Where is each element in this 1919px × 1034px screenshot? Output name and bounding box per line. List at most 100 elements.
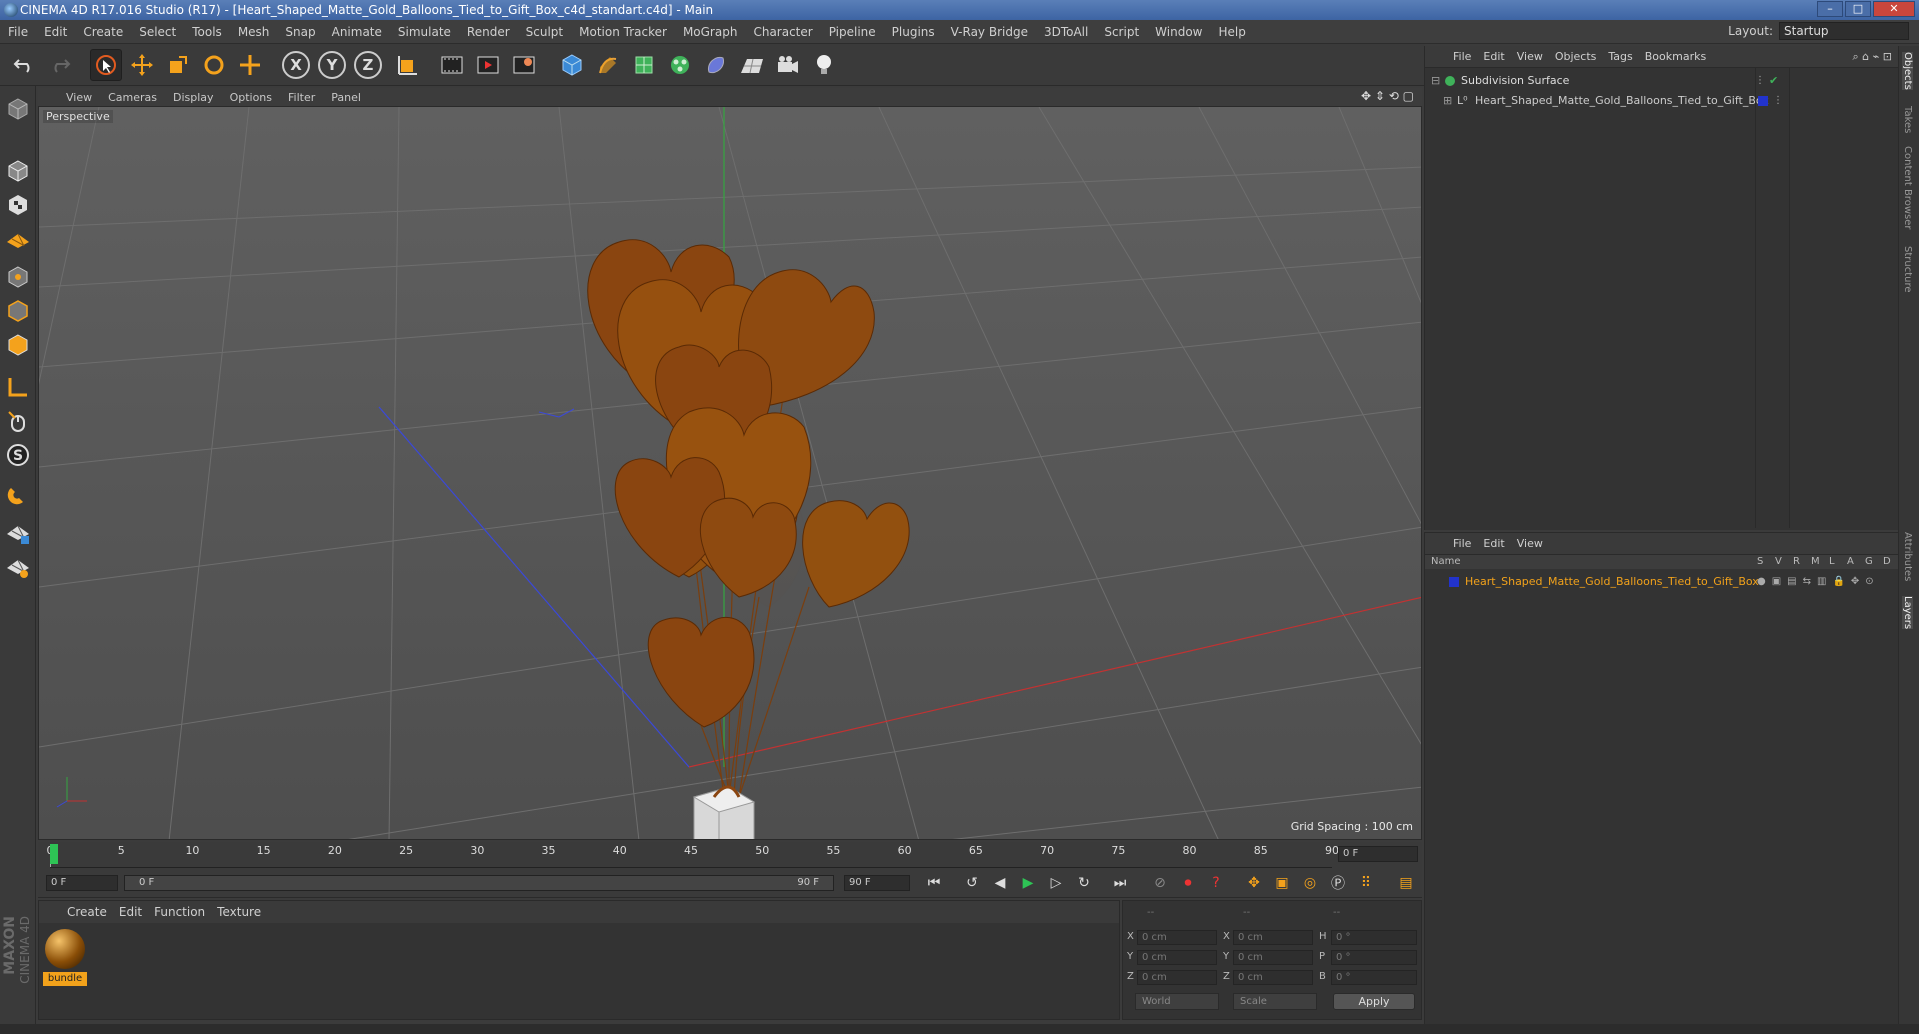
timeline-ruler[interactable]: 0 5 10 15 20 25 30 35 40 45 50 55 60 65 … bbox=[38, 842, 1422, 868]
layers-menu-file[interactable]: File bbox=[1449, 537, 1479, 550]
tab-attributes[interactable]: Attributes bbox=[1902, 532, 1913, 581]
objects-menu-tags[interactable]: Tags bbox=[1604, 50, 1640, 63]
render-settings-icon[interactable] bbox=[508, 49, 540, 81]
material-preview-sphere[interactable] bbox=[45, 929, 85, 969]
tab-takes[interactable]: Takes bbox=[1902, 106, 1913, 133]
layer-toggle-icons[interactable]: ●▣▤⇆▥🔒✥⊙ bbox=[1757, 573, 1880, 591]
rotation-b-field[interactable]: 0 ° bbox=[1331, 970, 1417, 985]
polygons-mode-icon[interactable] bbox=[3, 330, 33, 360]
rotation-p-field[interactable]: 0 ° bbox=[1331, 950, 1417, 965]
menu-animate[interactable]: Animate bbox=[324, 25, 390, 39]
edges-mode-icon[interactable] bbox=[3, 296, 33, 326]
tree-collapse-icon[interactable]: ⊟ bbox=[1431, 72, 1440, 90]
size-mode-dropdown[interactable]: Scale bbox=[1233, 993, 1317, 1010]
rotate-tool-icon[interactable] bbox=[198, 49, 230, 81]
menu-pipeline[interactable]: Pipeline bbox=[821, 25, 884, 39]
pen-spline-icon[interactable] bbox=[592, 49, 624, 81]
size-z-field[interactable]: 0 cm bbox=[1233, 970, 1313, 985]
move-tool-icon[interactable] bbox=[126, 49, 158, 81]
layer-color-swatch[interactable] bbox=[1449, 577, 1459, 587]
objects-menu-view[interactable]: View bbox=[1513, 50, 1551, 63]
cloner-mograph-icon[interactable] bbox=[664, 49, 696, 81]
viewport-menu-options[interactable]: Options bbox=[226, 91, 284, 104]
texture-mode-icon[interactable] bbox=[3, 190, 33, 220]
frame-range-slider[interactable]: 0 F 90 F bbox=[124, 875, 834, 891]
play-forward-icon[interactable]: ▶ bbox=[1016, 872, 1040, 894]
tab-layers[interactable]: Layers bbox=[1902, 596, 1913, 630]
search-icon[interactable]: ⌕ ⌂ ⌁ ⊡ bbox=[1853, 50, 1892, 64]
tab-structure[interactable]: Structure bbox=[1902, 246, 1913, 293]
material-menu-create[interactable]: Create bbox=[63, 905, 115, 919]
layers-menu-view[interactable]: View bbox=[1513, 537, 1551, 550]
material-menu-texture[interactable]: Texture bbox=[213, 905, 269, 919]
coordinate-system-icon[interactable] bbox=[392, 49, 424, 81]
go-to-end-icon[interactable]: ⏭ bbox=[1108, 872, 1132, 894]
tweak-mode-icon[interactable] bbox=[3, 406, 33, 436]
position-y-field[interactable]: 0 cm bbox=[1137, 950, 1217, 965]
viewport-menu-cameras[interactable]: Cameras bbox=[104, 91, 169, 104]
timeline-window-icon[interactable]: ▤ bbox=[1394, 872, 1418, 894]
menu-script[interactable]: Script bbox=[1096, 25, 1147, 39]
close-button[interactable]: ✕ bbox=[1873, 1, 1915, 17]
position-x-field[interactable]: 0 cm bbox=[1137, 930, 1217, 945]
x-axis-lock-button[interactable]: X bbox=[282, 51, 310, 79]
next-frame-icon[interactable]: ▷ bbox=[1044, 872, 1068, 894]
key-scale-icon[interactable]: ▣ bbox=[1270, 872, 1294, 894]
magnet-snap-icon[interactable] bbox=[3, 480, 33, 510]
visibility-dots-icon[interactable]: ⋮ bbox=[1773, 92, 1783, 110]
render-to-picture-viewer-icon[interactable] bbox=[472, 49, 504, 81]
menu-help[interactable]: Help bbox=[1210, 25, 1253, 39]
key-parameter-icon[interactable]: Ⓟ bbox=[1326, 872, 1350, 894]
layer-color-swatch[interactable] bbox=[1758, 96, 1768, 106]
maximize-button[interactable]: □ bbox=[1845, 1, 1871, 17]
subdivision-surface-icon[interactable] bbox=[628, 49, 660, 81]
z-axis-lock-button[interactable]: Z bbox=[354, 51, 382, 79]
viewport-menu-panel[interactable]: Panel bbox=[327, 91, 373, 104]
layout-dropdown[interactable]: Startup bbox=[1779, 22, 1909, 40]
menu-render[interactable]: Render bbox=[459, 25, 518, 39]
lock-workplane-icon[interactable] bbox=[3, 518, 33, 548]
go-to-start-icon[interactable]: ⏮ bbox=[922, 872, 946, 894]
workplane-snap-icon[interactable] bbox=[3, 552, 33, 582]
start-frame-field[interactable]: 0 F bbox=[46, 875, 118, 891]
menu-3dtoall[interactable]: 3DToAll bbox=[1036, 25, 1096, 39]
key-position-icon[interactable]: ✥ bbox=[1242, 872, 1266, 894]
menu-window[interactable]: Window bbox=[1147, 25, 1210, 39]
position-z-field[interactable]: 0 cm bbox=[1137, 970, 1217, 985]
menu-mograph[interactable]: MoGraph bbox=[675, 25, 746, 39]
viewport-menu-filter[interactable]: Filter bbox=[284, 91, 327, 104]
floor-environment-icon[interactable] bbox=[736, 49, 768, 81]
perspective-viewport[interactable]: Perspective Grid Spacing : 100 cm bbox=[38, 106, 1422, 840]
menu-edit[interactable]: Edit bbox=[36, 25, 75, 39]
redo-icon[interactable] bbox=[44, 49, 76, 81]
y-axis-lock-button[interactable]: Y bbox=[318, 51, 346, 79]
material-name[interactable]: bundle bbox=[43, 972, 87, 986]
menu-plugins[interactable]: Plugins bbox=[884, 25, 943, 39]
next-key-icon[interactable]: ↻ bbox=[1072, 872, 1096, 894]
layer-row[interactable]: Heart_Shaped_Matte_Gold_Balloons_Tied_to… bbox=[1425, 573, 1899, 591]
minimize-button[interactable]: – bbox=[1817, 1, 1843, 17]
menu-sculpt[interactable]: Sculpt bbox=[518, 25, 571, 39]
end-frame-field[interactable]: 90 F bbox=[844, 875, 910, 891]
viewport-nav-icons[interactable]: ✥ ⇕ ⟲ ▢ bbox=[1361, 89, 1414, 103]
objects-menu-file[interactable]: File bbox=[1449, 50, 1479, 63]
render-view-icon[interactable] bbox=[436, 49, 468, 81]
points-mode-icon[interactable] bbox=[3, 262, 33, 292]
layers-menu-edit[interactable]: Edit bbox=[1479, 537, 1512, 550]
light-bulb-icon[interactable] bbox=[808, 49, 840, 81]
size-y-field[interactable]: 0 cm bbox=[1233, 950, 1313, 965]
key-rotation-icon[interactable]: ◎ bbox=[1298, 872, 1322, 894]
soft-selection-icon[interactable]: S bbox=[3, 440, 33, 470]
auto-keying-icon[interactable]: ⏺ bbox=[1176, 872, 1200, 894]
viewport-menu-display[interactable]: Display bbox=[169, 91, 226, 104]
previous-key-icon[interactable]: ↺ bbox=[960, 872, 984, 894]
model-mode-icon[interactable] bbox=[3, 156, 33, 186]
coordinate-mode-dropdown[interactable]: World bbox=[1135, 993, 1219, 1010]
menu-tools[interactable]: Tools bbox=[184, 25, 230, 39]
menu-motion-tracker[interactable]: Motion Tracker bbox=[571, 25, 675, 39]
tab-objects[interactable]: Objects bbox=[1902, 52, 1913, 90]
menu-create[interactable]: Create bbox=[75, 25, 131, 39]
layer-name[interactable]: Heart_Shaped_Matte_Gold_Balloons_Tied_to… bbox=[1465, 573, 1759, 591]
record-keys-icon[interactable]: ⊘ bbox=[1148, 872, 1172, 894]
size-x-field[interactable]: 0 cm bbox=[1233, 930, 1313, 945]
